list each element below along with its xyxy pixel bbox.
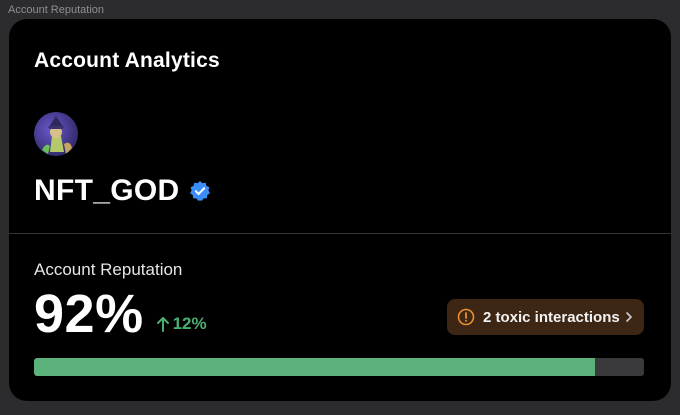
username-row: NFT_GOD: [34, 174, 211, 208]
toxic-interactions-label: 2 toxic interactions: [483, 308, 620, 326]
reputation-row: 92% 12%: [34, 287, 207, 341]
reputation-label: Account Reputation: [34, 260, 183, 279]
account-analytics-card: Account Analytics NFT_GOD Account Reputa…: [9, 19, 671, 401]
warning-circle-icon: [457, 308, 475, 326]
chevron-right-icon: [626, 312, 632, 322]
verified-badge-icon: [189, 180, 211, 202]
reputation-progress-fill: [34, 358, 596, 376]
card-title: Account Analytics: [34, 49, 220, 72]
avatar-image: [34, 112, 78, 156]
avatar[interactable]: [34, 112, 78, 156]
divider: [9, 233, 671, 234]
reputation-progress-bar: [34, 358, 644, 376]
reputation-change-value: 12%: [172, 314, 207, 333]
username: NFT_GOD: [34, 174, 180, 207]
window-title: Account Reputation: [8, 4, 105, 16]
reputation-change: 12%: [156, 314, 207, 334]
toxic-interactions-button[interactable]: 2 toxic interactions: [447, 299, 644, 335]
reputation-value: 92%: [34, 284, 144, 344]
arrow-up-icon: [156, 317, 169, 332]
